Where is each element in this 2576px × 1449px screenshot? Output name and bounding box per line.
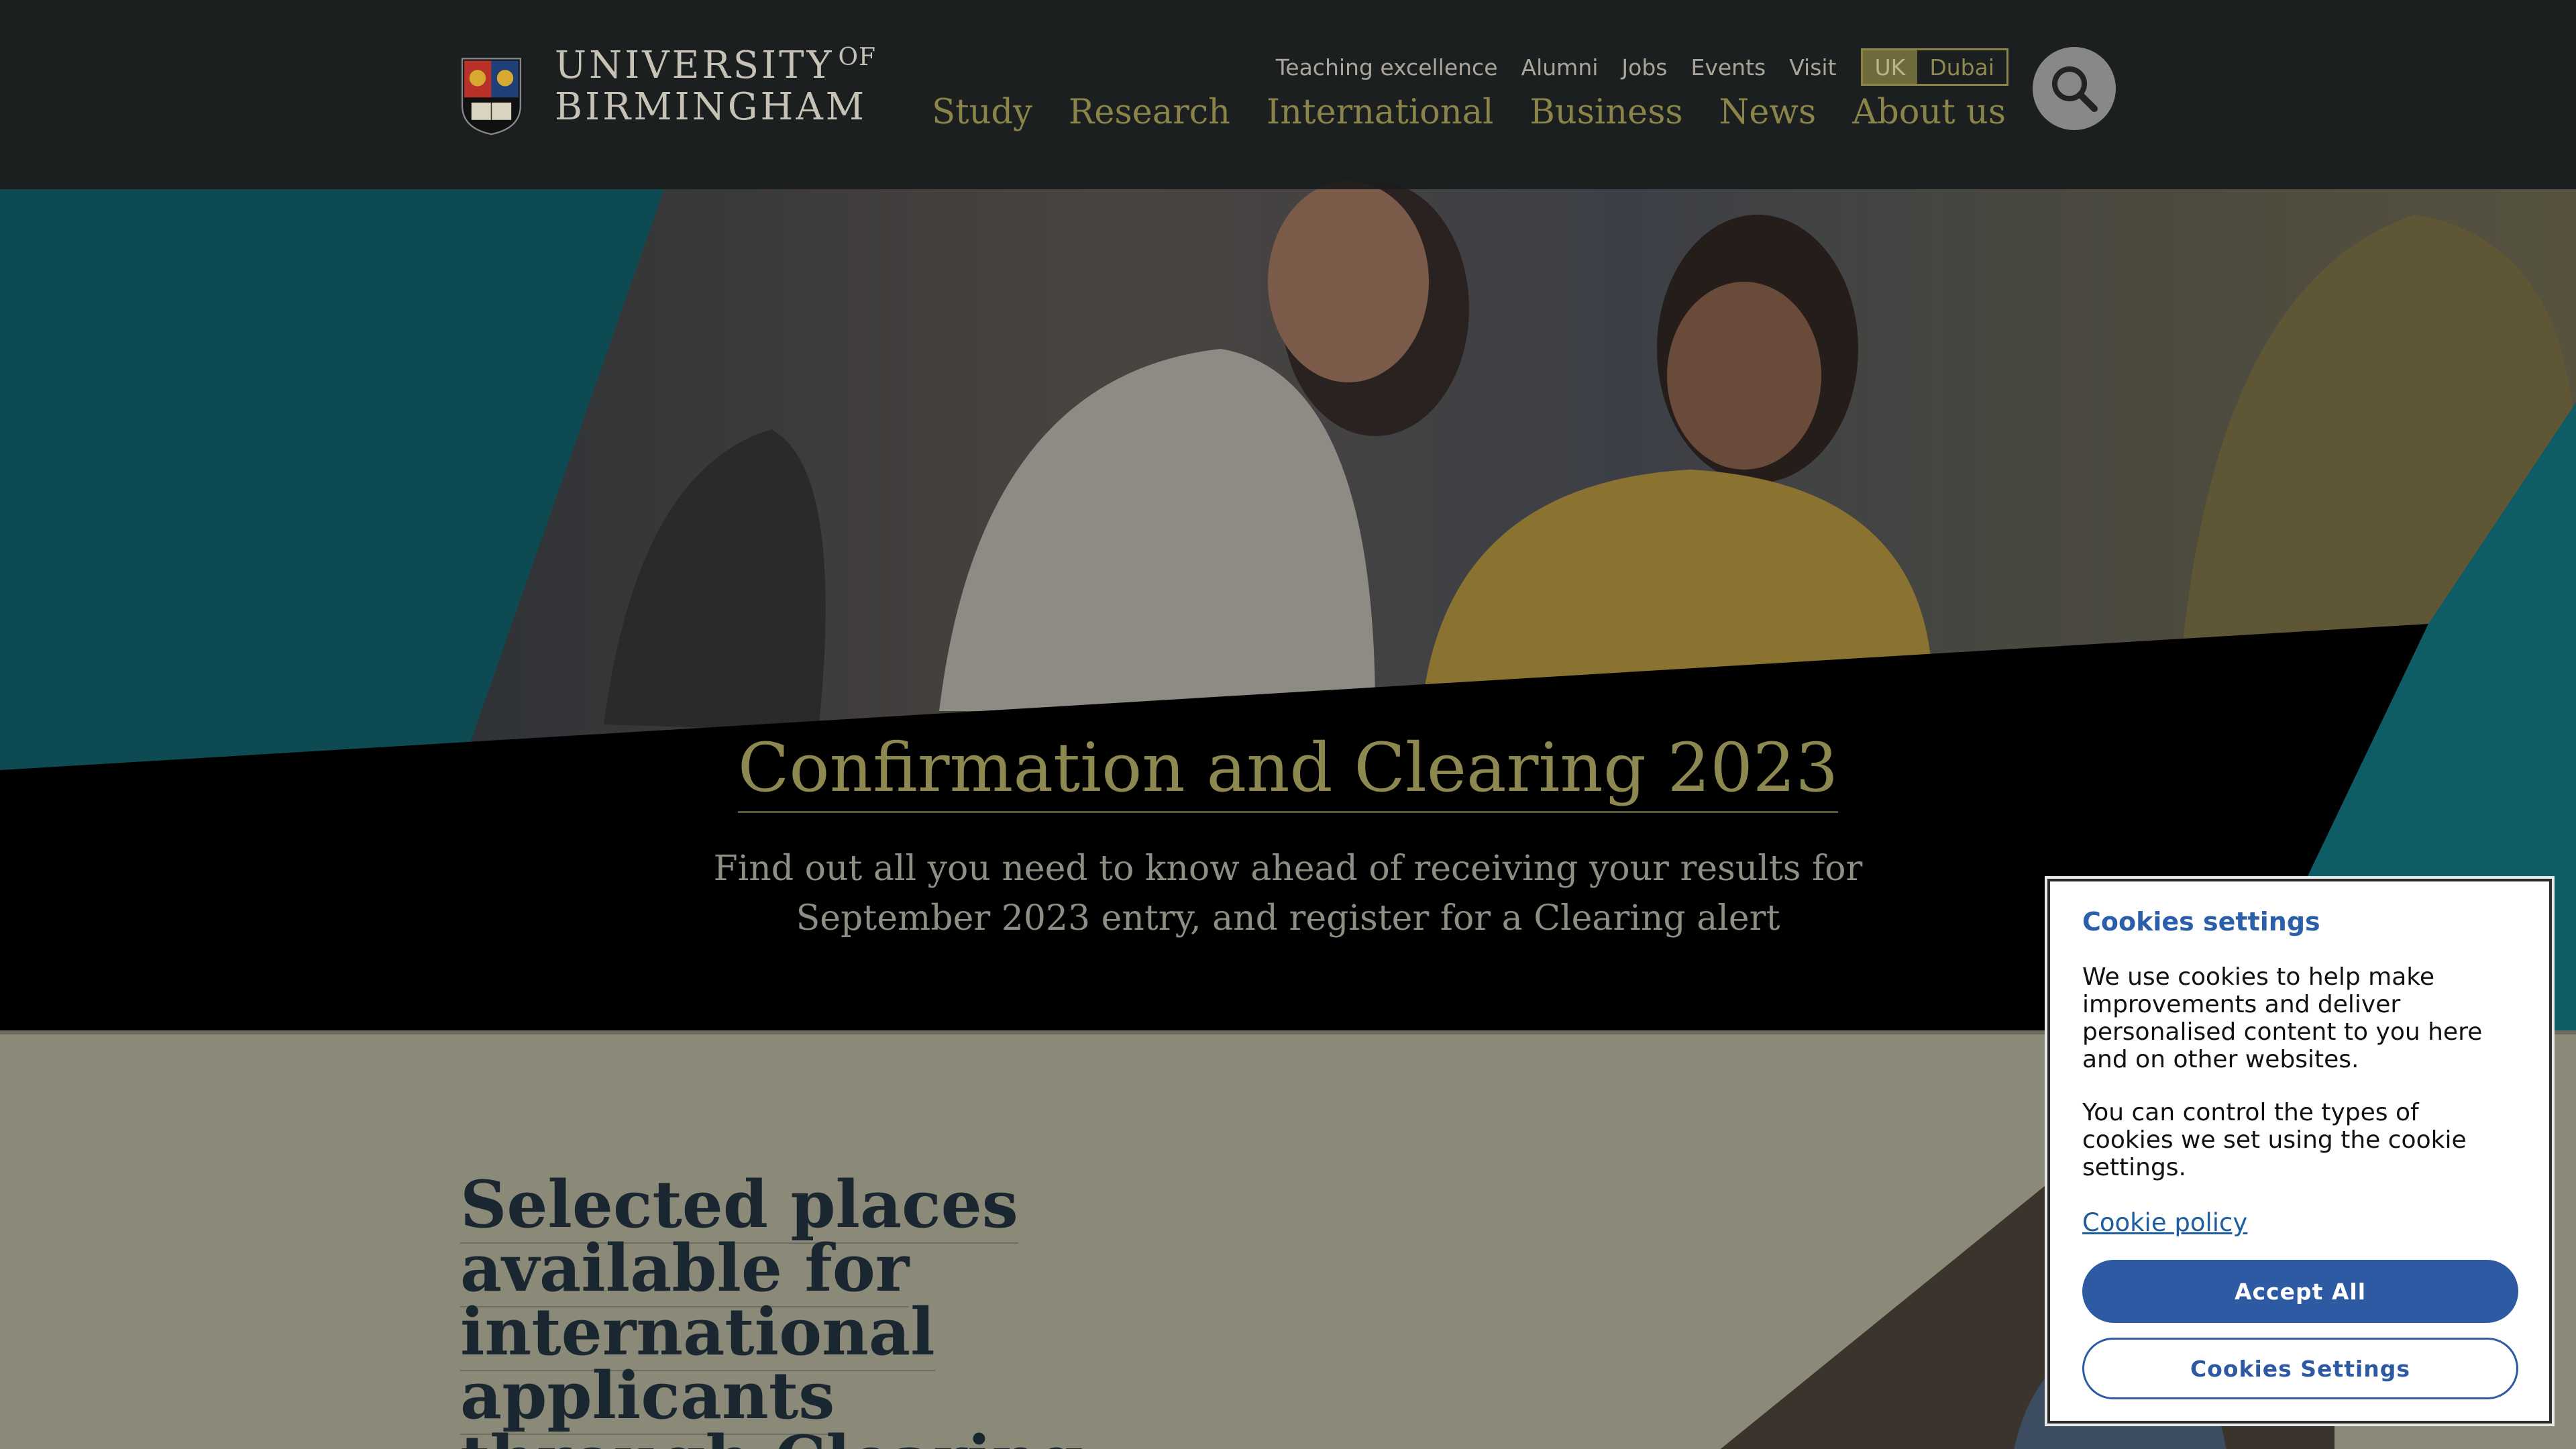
utility-nav: Teaching excellence Alumni Jobs Events V… — [1252, 48, 2008, 86]
wordmark: UNIVERSITY OF BIRMINGHAM — [554, 44, 876, 129]
search-icon — [2052, 66, 2098, 112]
cookie-dialog-title: Cookies settings — [2082, 907, 2320, 936]
hero-title[interactable]: Confirmation and Clearing 2023 — [737, 729, 1839, 813]
wordmark-of: OF — [838, 44, 876, 71]
nav-business[interactable]: Business — [1529, 93, 1682, 132]
nav-news[interactable]: News — [1719, 93, 1817, 132]
cookie-dialog: Cookies settings We use cookies to help … — [2047, 879, 2552, 1424]
utility-link-visit[interactable]: Visit — [1789, 54, 1836, 80]
nav-research[interactable]: Research — [1069, 93, 1230, 132]
hero-title-wrap: Confirmation and Clearing 2023 — [0, 729, 2576, 813]
section-heading-line3: international applicants — [460, 1294, 935, 1435]
section-heading-line4: through Clearing — [460, 1421, 1084, 1449]
region-switch: UK Dubai — [1860, 48, 2008, 86]
wordmark-line1: UNIVERSITY — [554, 44, 835, 87]
region-uk[interactable]: UK — [1862, 50, 1918, 84]
hero-subtitle: Find out all you need to know ahead of r… — [713, 849, 1863, 938]
wordmark-line2: BIRMINGHAM — [554, 85, 867, 129]
section-heading: Selected places available for internatio… — [460, 1167, 1265, 1449]
main-nav: Study Research International Business Ne… — [896, 93, 2006, 132]
university-logo[interactable]: UNIVERSITY OF BIRMINGHAM — [460, 44, 876, 152]
nav-international[interactable]: International — [1267, 93, 1493, 132]
cookies-settings-button[interactable]: Cookies Settings — [2082, 1338, 2518, 1399]
utility-link-teaching-excellence[interactable]: Teaching excellence — [1276, 54, 1498, 80]
site-header: UNIVERSITY OF BIRMINGHAM Teaching excell… — [0, 0, 2576, 189]
cookie-text-2: You can control the types of cookies we … — [2082, 1099, 2467, 1181]
cookie-policy-link[interactable]: Cookie policy — [2082, 1208, 2517, 1237]
utility-link-jobs[interactable]: Jobs — [1621, 54, 1667, 80]
nav-about-us[interactable]: About us — [1852, 93, 2006, 132]
crest-icon — [461, 58, 521, 136]
cookie-text-1: We use cookies to help make improvements… — [2082, 963, 2483, 1073]
utility-link-alumni[interactable]: Alumni — [1521, 54, 1599, 80]
utility-link-events[interactable]: Events — [1690, 54, 1766, 80]
nav-study[interactable]: Study — [932, 93, 1032, 132]
accept-all-button[interactable]: Accept All — [2082, 1260, 2518, 1323]
search-button[interactable] — [2033, 47, 2116, 130]
region-dubai[interactable]: Dubai — [1917, 50, 2006, 84]
